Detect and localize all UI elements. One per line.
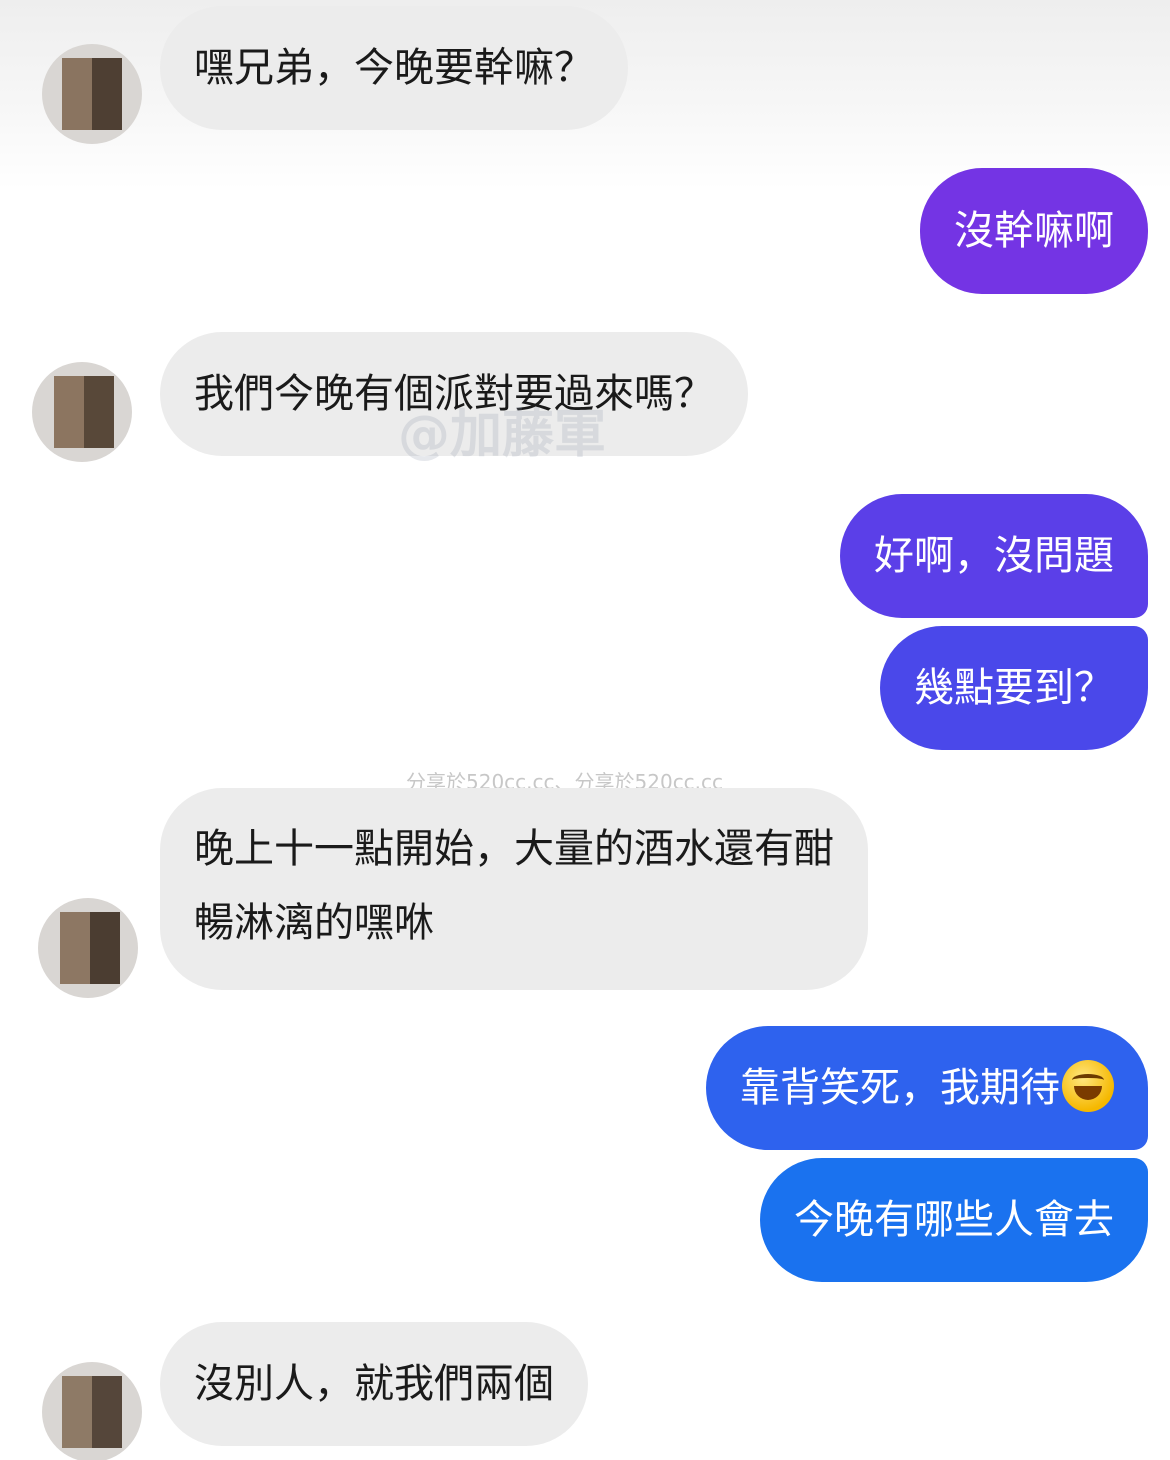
message-text: 嘿兄弟，今晚要幹嘛？ [194, 45, 594, 91]
incoming-message-bubble[interactable]: 嘿兄弟，今晚要幹嘛？ [160, 6, 628, 130]
contact-avatar[interactable] [32, 362, 132, 462]
message-text: 好啊，沒問題 [874, 533, 1114, 579]
message-text: 今晚有哪些人會去 [794, 1197, 1114, 1243]
message-text: 沒別人，就我們兩個 [194, 1361, 554, 1407]
outgoing-message-bubble[interactable]: 今晚有哪些人會去 [760, 1158, 1148, 1282]
message-text-line: 暢淋漓的嘿咻 [194, 900, 434, 946]
outgoing-message-bubble[interactable]: 好啊，沒問題 [840, 494, 1148, 618]
message-text: 靠背笑死，我期待 [740, 1065, 1060, 1111]
incoming-message-bubble[interactable]: 沒別人，就我們兩個 [160, 1322, 588, 1446]
outgoing-message-bubble[interactable]: 幾點要到？ [880, 626, 1148, 750]
message-text: 沒幹嘛啊 [954, 208, 1114, 254]
grinning-squinting-face-emoji-icon [1062, 1060, 1114, 1112]
handle-watermark: @加藤軍 [398, 405, 607, 465]
outgoing-message-bubble[interactable]: 沒幹嘛啊 [920, 168, 1148, 294]
chat-thread: 嘿兄弟，今晚要幹嘛？ 沒幹嘛啊 我們今晚有個派對要過來嗎？ @加藤軍 好啊，沒問… [0, 0, 1170, 1460]
message-text-line: 晚上十一點開始，大量的酒水還有酣 [194, 826, 834, 872]
contact-avatar[interactable] [38, 898, 138, 998]
contact-avatar[interactable] [42, 44, 142, 144]
contact-avatar[interactable] [42, 1362, 142, 1460]
outgoing-message-bubble[interactable]: 靠背笑死，我期待 [706, 1026, 1148, 1150]
incoming-message-bubble[interactable]: 晚上十一點開始，大量的酒水還有酣 暢淋漓的嘿咻 [160, 788, 868, 990]
message-text: 幾點要到？ [914, 665, 1114, 711]
